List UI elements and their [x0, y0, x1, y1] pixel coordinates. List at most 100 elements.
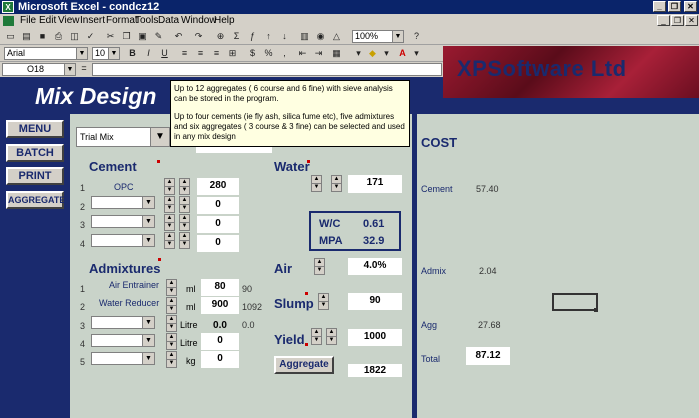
paste-icon[interactable]: ▣ [136, 30, 149, 42]
underline-button[interactable]: U [158, 47, 171, 59]
cement-1-spin-a[interactable]: ▲ ▼ [164, 178, 175, 195]
admix-2-spin[interactable]: ▲ ▼ [166, 297, 177, 314]
bold-button[interactable]: B [126, 47, 139, 59]
menu-button[interactable]: MENU [6, 120, 64, 138]
selected-cell[interactable] [552, 293, 598, 311]
cement-2-spin-b[interactable]: ▲ ▼ [179, 196, 190, 213]
chevron-down-icon[interactable]: ▼ [150, 128, 169, 146]
align-left-icon[interactable]: ≡ [178, 47, 191, 59]
help-icon[interactable]: ? [410, 30, 423, 42]
save-icon[interactable]: ■ [36, 30, 49, 42]
yield-spin-b[interactable]: ▲ ▼ [326, 328, 337, 345]
copy-icon[interactable]: ❐ [120, 30, 133, 42]
slump-value[interactable]: 90 [348, 293, 402, 310]
chevron-down-icon[interactable]: ▼ [76, 48, 87, 59]
doc-restore-button[interactable]: ❐ [671, 15, 684, 26]
font-color-icon[interactable]: A [396, 47, 409, 59]
name-box[interactable]: O18 ▼ [2, 63, 76, 76]
hyperlink-icon[interactable]: ⊕ [214, 30, 227, 42]
cement-2-value[interactable]: 0 [197, 197, 239, 214]
comma-icon[interactable]: , [278, 47, 291, 59]
aggregate-button[interactable]: Aggregate [274, 356, 334, 374]
chart-wizard-icon[interactable]: ▥ [298, 30, 311, 42]
cement-4-value[interactable]: 0 [197, 235, 239, 252]
cement-4-spin-a[interactable]: ▲ ▼ [164, 232, 175, 249]
italic-button[interactable]: I [142, 47, 155, 59]
open-icon[interactable]: ▤ [20, 30, 33, 42]
function-icon[interactable]: = [80, 63, 88, 76]
chevron-down-icon[interactable]: ▼ [64, 64, 75, 75]
drawing-icon[interactable]: △ [330, 30, 343, 42]
menu-tools[interactable]: Tools [135, 15, 158, 26]
cement-1-spin-b[interactable]: ▲ ▼ [179, 178, 190, 195]
cement-4-select[interactable]: ▼ [91, 234, 155, 247]
map-icon[interactable]: ◉ [314, 30, 327, 42]
chevron-down-icon[interactable]: ▼ [142, 197, 154, 208]
formula-input[interactable] [92, 63, 442, 76]
cement-3-spin-b[interactable]: ▲ ▼ [179, 214, 190, 231]
borders-icon[interactable]: ▦ [330, 47, 343, 59]
slump-spin[interactable]: ▲ ▼ [318, 293, 329, 310]
font-combo[interactable]: Arial ▼ [4, 47, 88, 60]
chevron-down-icon[interactable]: ▼ [142, 216, 154, 227]
cement-3-select[interactable]: ▼ [91, 215, 155, 228]
yield-value[interactable]: 1000 [348, 329, 402, 346]
cement-2-select[interactable]: ▼ [91, 196, 155, 209]
admix-5-select[interactable]: ▼ [91, 352, 155, 365]
spelling-icon[interactable]: ✓ [84, 30, 97, 42]
percent-icon[interactable]: % [262, 47, 275, 59]
chevron-down-icon[interactable]: ▼ [142, 353, 154, 364]
cement-3-value[interactable]: 0 [197, 216, 239, 233]
function-icon[interactable]: ƒ [246, 30, 259, 42]
chevron-down-icon[interactable]: ▾ [380, 47, 393, 59]
admix-5-spin[interactable]: ▲ ▼ [166, 351, 177, 368]
undo-icon[interactable]: ↶ [172, 30, 185, 42]
menu-format[interactable]: Format [106, 15, 138, 26]
chevron-down-icon[interactable]: ▼ [108, 48, 119, 59]
autosum-icon[interactable]: Σ [230, 30, 243, 42]
fill-handle[interactable] [594, 308, 598, 312]
menu-edit[interactable]: Edit [39, 15, 56, 26]
workbook-icon[interactable] [3, 16, 14, 26]
format-painter-icon[interactable]: ✎ [152, 30, 165, 42]
admix-2-value[interactable]: 900 [201, 297, 239, 314]
increase-indent-icon[interactable]: ⇥ [312, 47, 325, 59]
chevron-down-icon[interactable]: ▼ [142, 317, 154, 328]
menu-view[interactable]: View [58, 15, 80, 26]
menu-insert[interactable]: Insert [80, 15, 105, 26]
maximize-button[interactable]: ❐ [668, 1, 681, 12]
currency-icon[interactable]: $ [246, 47, 259, 59]
cement-3-spin-a[interactable]: ▲ ▼ [164, 214, 175, 231]
chevron-down-icon[interactable]: ▼ [142, 335, 154, 346]
chevron-down-icon[interactable]: ▼ [142, 235, 154, 246]
admix-1-spin[interactable]: ▲ ▼ [166, 279, 177, 296]
doc-close-button[interactable]: ✕ [685, 15, 698, 26]
yield-spin-a[interactable]: ▲ ▼ [311, 328, 322, 345]
excel-icon[interactable]: X [2, 1, 14, 13]
aggregate-nav-button[interactable]: AGGREGATE [6, 191, 65, 209]
admix-3-spin[interactable]: ▲ ▼ [166, 315, 177, 332]
admix-3-value[interactable]: 0.0 [204, 320, 236, 331]
admix-4-spin[interactable]: ▲ ▼ [166, 333, 177, 350]
print-icon[interactable]: ⎙ [52, 30, 65, 42]
water-spin-b[interactable]: ▲ ▼ [331, 175, 342, 192]
align-center-icon[interactable]: ≡ [194, 47, 207, 59]
menu-help[interactable]: Help [214, 15, 235, 26]
admix-4-select[interactable]: ▼ [91, 334, 155, 347]
cement-4-spin-b[interactable]: ▲ ▼ [179, 232, 190, 249]
zoom-combo[interactable]: 100% ▼ [352, 30, 404, 43]
minimize-button[interactable]: _ [653, 1, 666, 12]
align-right-icon[interactable]: ≡ [210, 47, 223, 59]
menu-data[interactable]: Data [158, 15, 179, 26]
admix-1-value[interactable]: 80 [201, 279, 239, 296]
font-size-combo[interactable]: 10 ▼ [92, 47, 120, 60]
sort-ascending-icon[interactable]: ↑ [262, 30, 275, 42]
cement-2-spin-a[interactable]: ▲ ▼ [164, 196, 175, 213]
doc-minimize-button[interactable]: _ [657, 15, 670, 26]
water-value[interactable]: 171 [348, 175, 402, 193]
air-spin[interactable]: ▲ ▼ [314, 258, 325, 275]
air-value[interactable]: 4.0% [348, 258, 402, 275]
admix-5-value[interactable]: 0 [201, 351, 239, 368]
merge-center-icon[interactable]: ⊞ [226, 47, 239, 59]
cement-1-value[interactable]: 280 [197, 178, 239, 195]
